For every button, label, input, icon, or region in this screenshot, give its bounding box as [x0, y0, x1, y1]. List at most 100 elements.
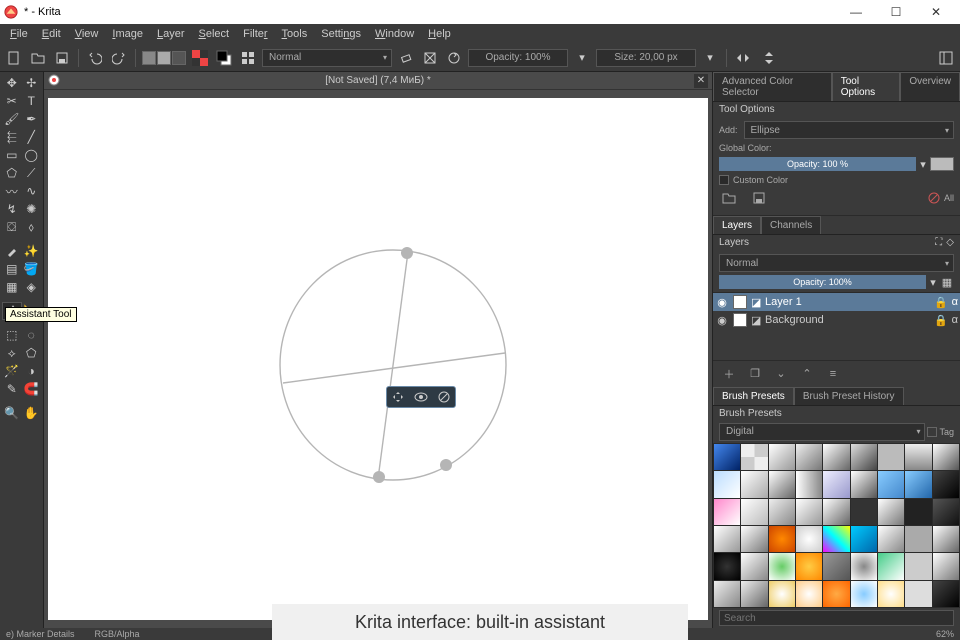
reload-brush-icon[interactable]	[444, 48, 464, 68]
polygon-tool[interactable]: ⬠	[2, 164, 22, 182]
pattern-edit-tool[interactable]: ⛋	[2, 218, 22, 236]
brush-preset[interactable]	[905, 444, 931, 470]
assistant-delete-icon[interactable]	[438, 391, 450, 403]
open-assistants-icon[interactable]	[719, 189, 739, 207]
brush-preset[interactable]	[851, 581, 877, 607]
brush-preset[interactable]	[769, 526, 795, 552]
deform-tool[interactable]: ⬨	[22, 218, 42, 236]
brush-preset[interactable]	[741, 553, 767, 579]
layer-row[interactable]: ◉ ◪ Background 🔒 α	[713, 311, 960, 329]
brush-preset[interactable]	[878, 444, 904, 470]
gradient-swatches[interactable]	[142, 51, 186, 65]
eraser-icon[interactable]	[396, 48, 416, 68]
delete-all-icon[interactable]	[928, 192, 940, 204]
brush-preset[interactable]	[823, 526, 849, 552]
tab-tool-options[interactable]: Tool Options	[832, 72, 901, 101]
brush-preset[interactable]	[823, 581, 849, 607]
fgbg-icon[interactable]	[214, 48, 234, 68]
document-tab[interactable]: [Not Saved] (7,4 MиБ) * ✕	[44, 72, 712, 90]
brush-preset[interactable]	[823, 471, 849, 497]
redo-icon[interactable]	[109, 48, 129, 68]
pattern-icon[interactable]	[190, 48, 210, 68]
brush-preset[interactable]	[933, 471, 959, 497]
brush-preset[interactable]	[933, 553, 959, 579]
brush-preset[interactable]	[933, 581, 959, 607]
edit-shapes-tool[interactable]: ⬱	[2, 128, 22, 146]
brush-preset[interactable]	[796, 471, 822, 497]
layer-row[interactable]: ◉ ◪ Layer 1 🔒 α	[713, 293, 960, 311]
multibrush-tool[interactable]: ✺	[22, 200, 42, 218]
brush-preset[interactable]	[905, 499, 931, 525]
new-doc-icon[interactable]	[4, 48, 24, 68]
brush-preset[interactable]	[905, 526, 931, 552]
freehand-brush-tool[interactable]: 🖌	[2, 110, 22, 128]
pattern-tool[interactable]: ▦	[2, 278, 22, 296]
brush-preset[interactable]	[905, 471, 931, 497]
assistant-opacity-slider[interactable]: Opacity: 100 %	[719, 157, 916, 171]
transform-tool[interactable]: ✥	[2, 74, 22, 92]
tab-overview[interactable]: Overview	[900, 72, 960, 101]
polyline-tool[interactable]: ⟋	[22, 164, 42, 182]
calligraphy-tool[interactable]: ✒	[22, 110, 42, 128]
brush-preset[interactable]	[769, 553, 795, 579]
tab-channels[interactable]: Channels	[761, 216, 821, 234]
ellipse-assistant[interactable]	[273, 243, 513, 483]
brush-preset[interactable]	[741, 526, 767, 552]
ellipse-tool[interactable]: ◯	[22, 146, 42, 164]
open-icon[interactable]	[28, 48, 48, 68]
layer-lock-icon[interactable]: 🔒	[934, 296, 948, 309]
save-assistants-icon[interactable]	[749, 189, 769, 207]
tab-brush-presets[interactable]: Brush Presets	[713, 387, 794, 405]
brush-preset[interactable]	[796, 581, 822, 607]
tab-brush-history[interactable]: Brush Preset History	[794, 387, 904, 405]
layer-visibility-icon[interactable]: ◉	[715, 313, 729, 327]
preset-search-input[interactable]	[719, 610, 954, 626]
brush-preset[interactable]	[933, 499, 959, 525]
smart-patch-tool[interactable]: ◈	[22, 278, 42, 296]
brush-preset[interactable]	[714, 471, 740, 497]
layers-close-icon[interactable]: ◇	[946, 237, 954, 248]
tag-checkbox[interactable]	[927, 427, 937, 437]
brush-preset[interactable]	[933, 444, 959, 470]
brush-preset[interactable]	[878, 499, 904, 525]
add-layer-icon[interactable]: ＋	[719, 365, 739, 383]
freehand-select-tool[interactable]: ⟡	[2, 344, 22, 362]
brush-preset[interactable]	[741, 444, 767, 470]
layer-props-icon[interactable]: α	[952, 296, 958, 308]
brush-preset[interactable]	[823, 553, 849, 579]
menu-image[interactable]: Image	[106, 26, 149, 42]
menu-view[interactable]: View	[69, 26, 105, 42]
menu-filter[interactable]: Filter	[237, 26, 273, 42]
brush-preset[interactable]	[878, 471, 904, 497]
canvas[interactable]	[48, 98, 708, 620]
menu-help[interactable]: Help	[422, 26, 457, 42]
pan-tool[interactable]: ✋	[22, 404, 42, 422]
close-button[interactable]: ✕	[916, 0, 956, 24]
mirror-h-icon[interactable]	[733, 48, 753, 68]
save-icon[interactable]	[52, 48, 72, 68]
brush-preset[interactable]	[851, 526, 877, 552]
assistant-visibility-icon[interactable]	[414, 391, 428, 403]
menu-select[interactable]: Select	[193, 26, 236, 42]
text-tool[interactable]: T	[22, 92, 42, 110]
brush-preset[interactable]	[741, 499, 767, 525]
brush-preset[interactable]	[905, 553, 931, 579]
menu-file[interactable]: File	[4, 26, 34, 42]
brush-preset[interactable]	[878, 553, 904, 579]
layers-filter-icon[interactable]: ⛶	[935, 237, 942, 248]
brush-preset[interactable]	[714, 553, 740, 579]
contiguous-select-tool[interactable]: 🪄	[2, 362, 22, 380]
assistant-color-swatch[interactable]	[930, 157, 954, 171]
undo-icon[interactable]	[85, 48, 105, 68]
alpha-icon[interactable]	[420, 48, 440, 68]
move-tool[interactable]: ✢	[22, 74, 42, 92]
bezier-select-tool[interactable]: ✎	[2, 380, 22, 398]
menu-settings[interactable]: Settings	[315, 26, 367, 42]
crop-tool[interactable]: ✂	[2, 92, 22, 110]
brush-preset[interactable]	[714, 526, 740, 552]
brush-preset[interactable]	[741, 471, 767, 497]
tab-layers[interactable]: Layers	[713, 216, 761, 234]
move-layer-up-icon[interactable]: ⌃	[797, 365, 817, 383]
brush-preset[interactable]	[933, 526, 959, 552]
brush-preset[interactable]	[878, 581, 904, 607]
